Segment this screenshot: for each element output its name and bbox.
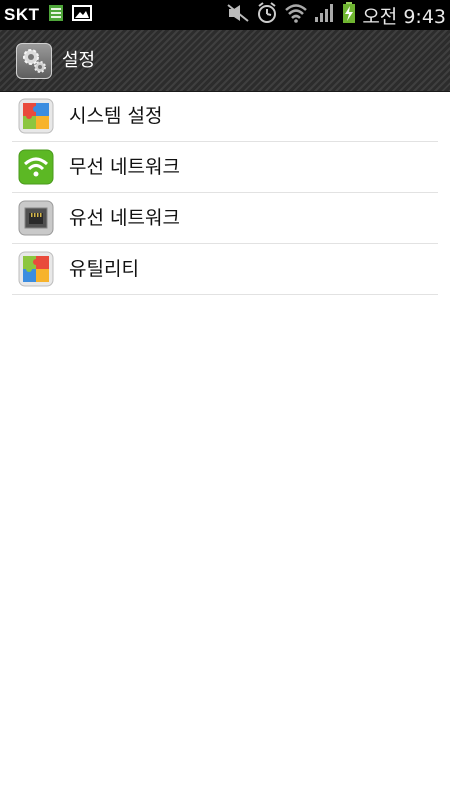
alarm-icon	[256, 2, 278, 28]
mute-icon	[226, 3, 250, 27]
list-item-label: 유틸리티	[69, 258, 139, 280]
puzzle-icon	[18, 98, 54, 134]
image-icon	[71, 4, 92, 26]
list-item-label: 시스템 설정	[69, 105, 163, 127]
puzzle-icon	[18, 251, 54, 287]
page-title: 설정	[62, 50, 96, 71]
settings-list: 시스템 설정 무선 네트워크 유선 네트워크 유틸리티	[12, 91, 438, 295]
clock: 오전 9:43	[362, 5, 446, 28]
wifi-icon	[284, 3, 308, 27]
list-item-wireless-network[interactable]: 무선 네트워크	[12, 142, 438, 193]
wifi-icon	[18, 149, 54, 185]
signal-icon	[314, 3, 336, 27]
carrier-name: SKT	[4, 5, 40, 24]
list-item-label: 유선 네트워크	[69, 207, 180, 229]
sim-card-icon	[48, 4, 64, 26]
list-item-wired-network[interactable]: 유선 네트워크	[12, 193, 438, 244]
battery-charging-icon	[342, 2, 356, 28]
action-bar: 설정	[0, 30, 450, 92]
settings-gear-icon[interactable]	[16, 43, 52, 79]
status-bar: SKT 오전 9:43	[0, 0, 450, 30]
list-item-utility[interactable]: 유틸리티	[12, 244, 438, 295]
ethernet-port-icon	[18, 200, 54, 236]
list-item-label: 무선 네트워크	[69, 156, 180, 178]
list-item-system-settings[interactable]: 시스템 설정	[12, 91, 438, 142]
